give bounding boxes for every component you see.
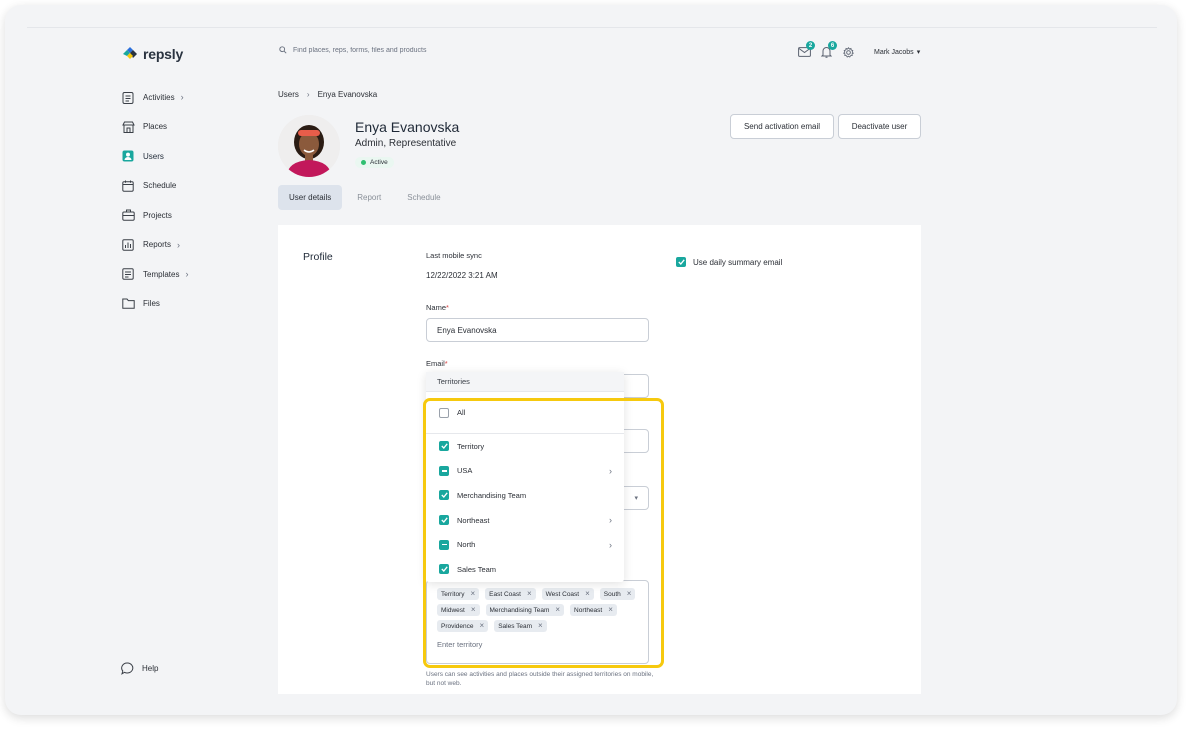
user-photo [278, 115, 340, 177]
sidebar-item-label: Activities [143, 92, 175, 102]
notifications-button[interactable]: 6 [818, 41, 837, 60]
folder-icon [121, 297, 135, 311]
search-input[interactable] [293, 46, 533, 54]
breadcrumb: Users › Enya Evanovska [278, 90, 377, 99]
dropdown-header: Territories [426, 372, 624, 392]
app-window: repsly 2 6 [5, 5, 1177, 715]
sidebar-item-label: Templates [143, 269, 180, 279]
sidebar-item-projects[interactable]: Projects [121, 206, 188, 224]
repsly-logo-icon [123, 47, 137, 59]
sidebar-item-users[interactable]: Users [121, 147, 188, 165]
gear-icon [842, 46, 854, 58]
messages-badge: 2 [806, 41, 815, 50]
divider [27, 27, 1157, 28]
help-label: Help [142, 664, 159, 673]
chat-bubble-icon [121, 662, 134, 675]
chevron-right-icon: › [306, 90, 310, 99]
sidebar-item-label: Places [143, 122, 168, 131]
breadcrumb-users[interactable]: Users [278, 90, 299, 99]
sidebar-item-label: Users [143, 151, 164, 161]
sidebar-item-reports[interactable]: Reports › [121, 236, 188, 254]
sidebar-item-schedule[interactable]: Schedule [121, 177, 188, 195]
breadcrumb-current: Enya Evanovska [317, 90, 378, 99]
chevron-right-icon: › [185, 269, 189, 279]
name-label-text: Name [426, 303, 447, 312]
user-icon [121, 149, 135, 163]
highlight-outline [423, 398, 664, 668]
notifications-badge: 6 [828, 41, 837, 50]
header-actions: 2 6 Mark Jacobs ▾ [796, 41, 921, 60]
checkbox-checked-icon[interactable] [676, 257, 686, 267]
tab-user-details[interactable]: User details [278, 185, 343, 210]
status-label: Active [370, 159, 388, 166]
sidebar-item-places[interactable]: Places [121, 118, 188, 136]
name-label: Name* [426, 303, 449, 312]
sidebar-item-label: Files [143, 299, 160, 308]
store-icon [121, 120, 135, 134]
email-label: Email* [426, 359, 448, 368]
sidebar-item-label: Schedule [143, 181, 177, 190]
user-menu-name: Mark Jacobs [874, 48, 914, 56]
sidebar-item-files[interactable]: Files [121, 295, 188, 313]
brand-name: repsly [143, 46, 184, 62]
required-marker: * [446, 303, 449, 312]
daily-summary-label: Use daily summary email [693, 257, 783, 267]
template-icon [121, 267, 135, 281]
avatar [278, 115, 340, 177]
search-icon [279, 46, 287, 54]
briefcase-icon [121, 208, 135, 222]
deactivate-user-button[interactable]: Deactivate user [838, 114, 921, 139]
help-link[interactable]: Help [121, 662, 158, 675]
last-sync-value: 12/22/2022 3:21 AM [426, 271, 498, 280]
territory-help-text: Users can see activities and places outs… [426, 671, 654, 687]
messages-button[interactable]: 2 [796, 41, 815, 60]
user-name: Enya Evanovska [355, 119, 460, 135]
sidebar-item-activities[interactable]: Activities › [121, 88, 188, 106]
repsly-logo[interactable]: repsly [121, 45, 183, 63]
tab-bar: User details Report Schedule [278, 185, 452, 210]
last-sync-label: Last mobile sync [426, 251, 482, 260]
global-search[interactable] [279, 46, 533, 54]
user-menu[interactable]: Mark Jacobs ▾ [874, 48, 921, 57]
calendar-icon [121, 179, 135, 193]
sidebar: Activities › Places Users Schedule Proje… [121, 88, 188, 324]
clipboard-icon [121, 90, 135, 104]
sidebar-item-label: Projects [143, 210, 172, 220]
settings-button[interactable] [840, 44, 856, 60]
email-label-text: Email [426, 359, 445, 368]
status-badge: Active [355, 157, 394, 168]
status-dot-icon [361, 160, 366, 165]
caret-down-icon: ▾ [916, 49, 921, 56]
sidebar-item-templates[interactable]: Templates › [121, 265, 188, 283]
name-field[interactable]: Enya Evanovska [426, 318, 649, 342]
send-activation-email-button[interactable]: Send activation email [730, 114, 834, 139]
daily-summary-option[interactable]: Use daily summary email [676, 257, 782, 267]
section-title: Profile [303, 251, 333, 263]
user-role: Admin, Representative [355, 138, 457, 149]
chevron-right-icon: › [177, 239, 181, 250]
tab-report[interactable]: Report [346, 185, 392, 210]
sidebar-item-label: Reports [143, 240, 172, 249]
chart-icon [121, 238, 135, 252]
tab-schedule[interactable]: Schedule [396, 185, 451, 210]
chevron-right-icon: › [180, 92, 184, 102]
required-marker: * [444, 359, 448, 368]
